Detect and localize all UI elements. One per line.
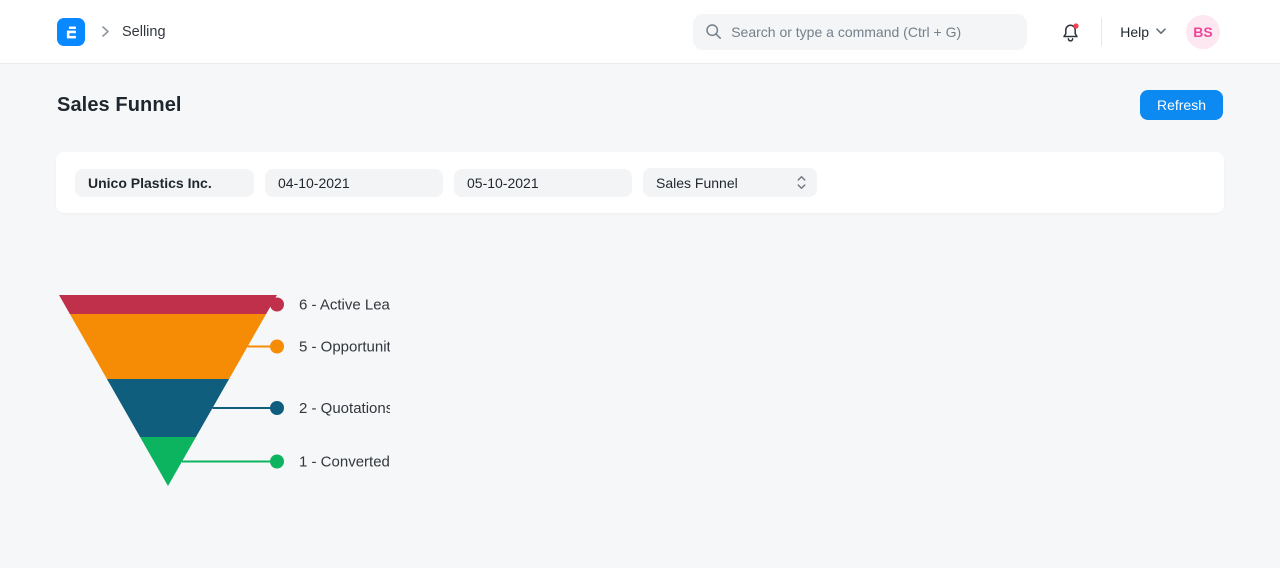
help-menu[interactable]: Help <box>1120 24 1166 40</box>
notifications-bell-icon[interactable] <box>1059 21 1081 43</box>
funnel-segment[interactable] <box>59 295 277 314</box>
user-avatar[interactable]: BS <box>1186 15 1220 49</box>
notification-dot <box>1074 23 1079 28</box>
funnel-label-dot <box>270 298 284 312</box>
page-head: Sales Funnel Refresh <box>0 64 1280 118</box>
refresh-button[interactable]: Refresh <box>1140 90 1223 120</box>
funnel-svg: 6 - Active Leads 5 - Opportunities 2 - Quo… <box>56 260 390 532</box>
from-date-filter-input[interactable]: 04-10-2021 <box>265 169 443 197</box>
search-icon <box>705 23 722 40</box>
breadcrumb-chevron-icon <box>102 26 109 37</box>
navbar-brand: Selling <box>57 18 166 46</box>
chevron-down-icon <box>1156 28 1166 35</box>
funnel-stage-label: 5 - Opportunities <box>299 339 390 356</box>
to-date-filter-input[interactable]: 05-10-2021 <box>454 169 632 197</box>
help-label: Help <box>1120 24 1149 40</box>
chart-type-select[interactable]: Sales Funnel <box>643 168 817 197</box>
navbar-divider <box>1101 18 1102 46</box>
navbar: Selling Help BS <box>0 0 1280 64</box>
navbar-right: Help BS <box>1059 15 1220 49</box>
breadcrumb-selling[interactable]: Selling <box>122 24 166 40</box>
funnel-stage-label: 2 - Quotations <box>299 400 390 417</box>
company-filter-input[interactable]: Unico Plastics Inc. <box>75 169 254 197</box>
funnel-segment[interactable] <box>70 314 266 379</box>
sales-funnel-chart[interactable]: 6 - Active Leads 5 - Opportunities 2 - Quo… <box>56 260 390 532</box>
filter-bar: Unico Plastics Inc. 04-10-2021 05-10-202… <box>56 152 1224 213</box>
funnel-stage-label: 6 - Active Leads <box>299 297 390 314</box>
chart-type-select-value: Sales Funnel <box>656 175 738 191</box>
funnel-label-dot <box>270 401 284 415</box>
funnel-label-dot <box>270 455 284 469</box>
search-input[interactable] <box>731 24 1015 40</box>
funnel-segment[interactable] <box>107 379 229 437</box>
page-title: Sales Funnel <box>57 92 182 118</box>
erpnext-logo-glyph <box>62 23 80 41</box>
select-chevrons-icon <box>797 175 806 190</box>
funnel-stage-label: 1 - Converted <box>299 454 390 471</box>
global-search[interactable] <box>693 14 1027 50</box>
funnel-label-dot <box>270 340 284 354</box>
erpnext-logo[interactable] <box>57 18 85 46</box>
